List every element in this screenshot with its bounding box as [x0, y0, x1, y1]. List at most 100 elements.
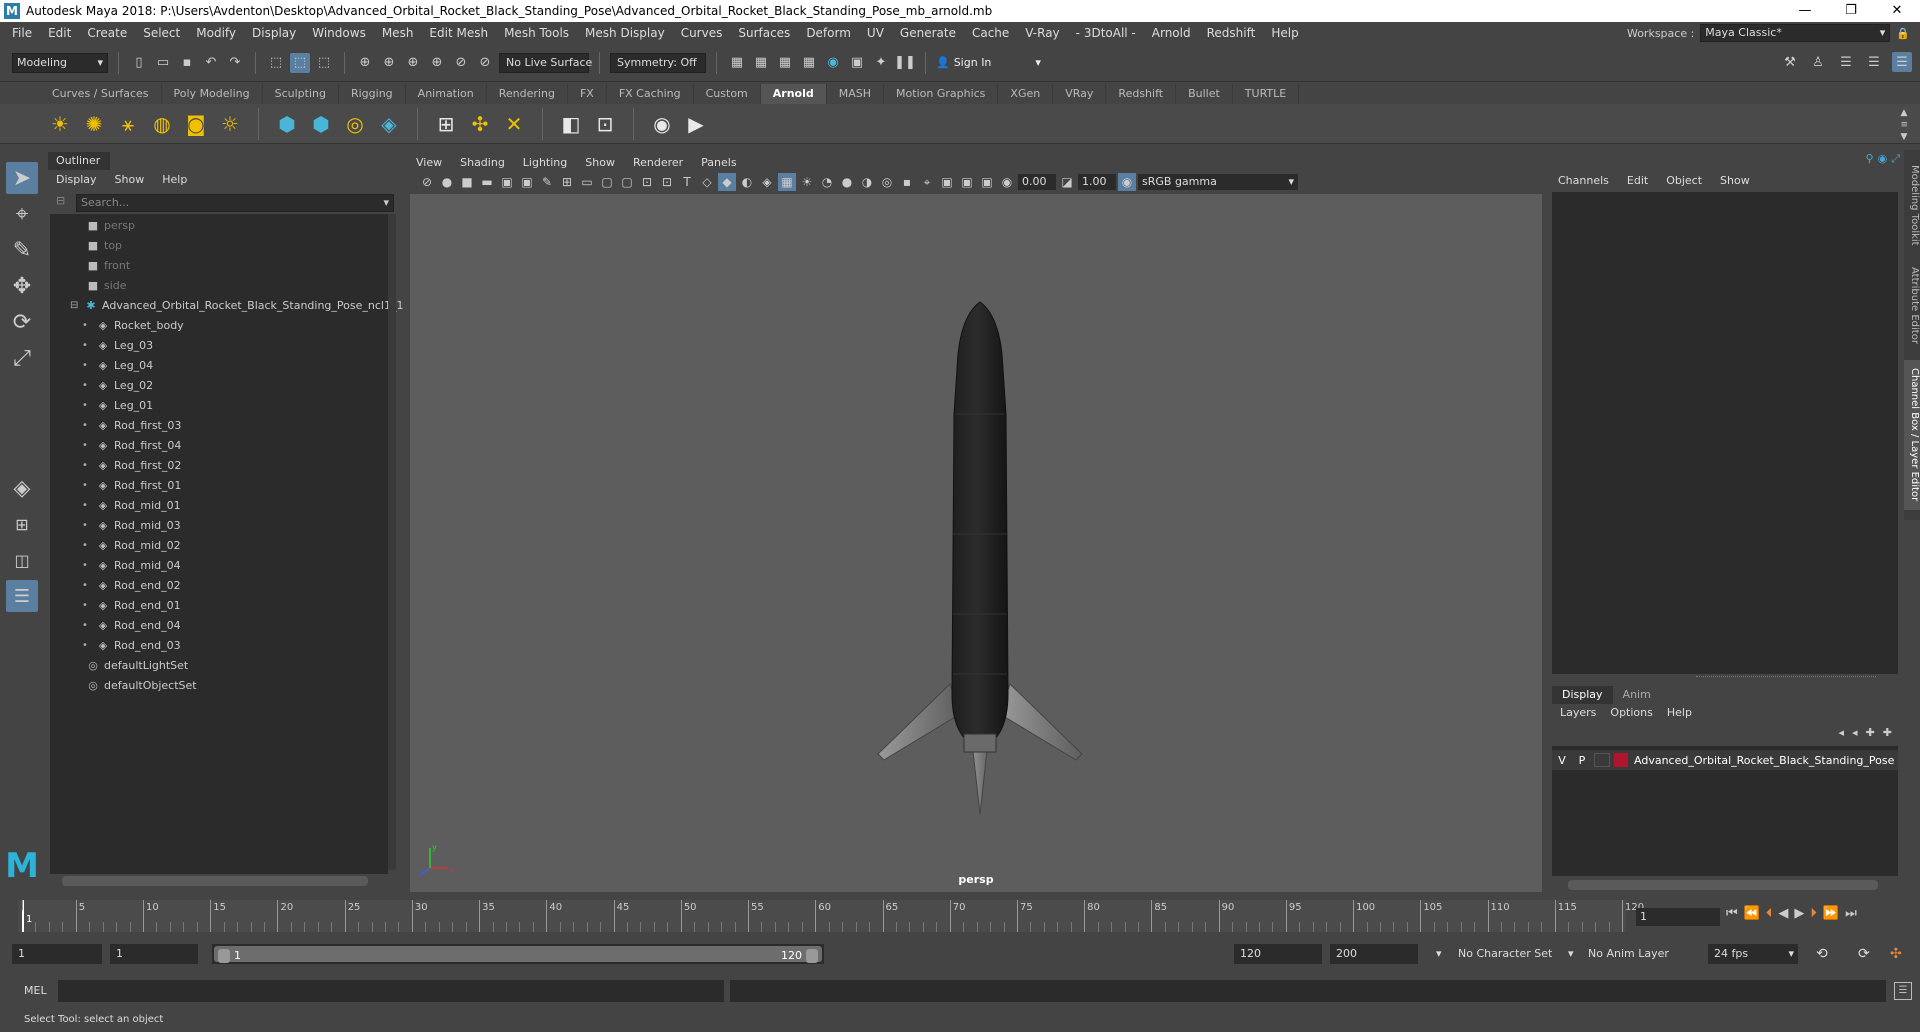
outliner-item-mesh[interactable]: • ◈ Rod_first_04 [82, 436, 181, 456]
menu-arnold[interactable]: Arnold [1144, 26, 1199, 40]
viewport-menu-view[interactable]: View [416, 156, 460, 169]
depth-of-field-icon[interactable]: ▪ [898, 173, 916, 191]
motion-blur-icon[interactable]: ◑ [858, 173, 876, 191]
isolate-select-icon[interactable]: ⌖ [918, 173, 936, 191]
shelf-tab-sculpting[interactable]: Sculpting [263, 84, 339, 104]
gate-mask-icon[interactable]: ▢ [618, 173, 636, 191]
outliner-item-side[interactable]: ■ side [86, 276, 127, 296]
channel-box-help-icon[interactable]: ◉ [1878, 152, 1888, 166]
mesh-light-icon[interactable]: ✺ [80, 110, 108, 138]
playback-end-field[interactable]: 120 [1234, 944, 1322, 964]
step-back-frame-icon[interactable]: ⏴ [1766, 906, 1773, 921]
shelf-tab-custom[interactable]: Custom [694, 84, 761, 104]
menu-mesh[interactable]: Mesh [374, 26, 422, 40]
shelf-scroll[interactable]: ▲ ≡ ▼ [1900, 108, 1908, 142]
rotate-tool-icon[interactable]: ⟳ [6, 306, 38, 338]
photometric-light-icon[interactable]: ⚹ [114, 110, 142, 138]
collapse-icon[interactable]: ⊟ [70, 296, 80, 316]
light-manager-icon[interactable]: ✕ [500, 110, 528, 138]
shadows-icon[interactable]: ◔ [818, 173, 836, 191]
shelf-tab-poly-modeling[interactable]: Poly Modeling [162, 84, 263, 104]
outliner-item-front[interactable]: ■ front [86, 256, 130, 276]
expand-dot-icon[interactable]: • [82, 396, 92, 416]
loop-icon[interactable]: ⟲ [1816, 944, 1828, 964]
outliner-item-mesh[interactable]: • ◈ Rod_first_01 [82, 476, 181, 496]
menu-deform[interactable]: Deform [798, 26, 859, 40]
minimize-button[interactable]: — [1782, 0, 1828, 22]
shelf-tab-rendering[interactable]: Rendering [487, 84, 568, 104]
layer-display-type-toggle[interactable] [1594, 753, 1610, 767]
snap-live-icon[interactable]: ⊘ [475, 53, 495, 73]
lock-camera-icon[interactable]: ● [438, 173, 456, 191]
sign-in-button[interactable]: 👤 Sign In ▾ [936, 56, 1041, 69]
play-forwards-icon[interactable]: ▶ [1794, 906, 1804, 921]
gamma-icon[interactable]: ◪ [1058, 173, 1076, 191]
channel-box-menu-object[interactable]: Object [1666, 174, 1720, 187]
safe-action-icon[interactable]: ⊡ [658, 173, 676, 191]
export-standin-icon[interactable]: ⬢ [307, 110, 335, 138]
channel-box-menu-channels[interactable]: Channels [1558, 174, 1627, 187]
outliner-item-mesh[interactable]: • ◈ Rod_mid_04 [82, 556, 181, 576]
layer-visibility-toggle[interactable]: V [1552, 754, 1572, 767]
shelf-tab-mash[interactable]: MASH [827, 84, 885, 104]
search-filter-icon[interactable]: ⊟ [56, 194, 65, 207]
menu-redshift[interactable]: Redshift [1199, 26, 1264, 40]
flush-caches-icon[interactable]: ✣ [466, 110, 494, 138]
lock-icon[interactable]: 🔒 [1896, 27, 1910, 40]
maximize-button[interactable]: ❐ [1828, 0, 1874, 22]
anti-aliasing-icon[interactable]: ◎ [878, 173, 896, 191]
layer-tab-anim[interactable]: Anim [1613, 686, 1661, 704]
range-start-handle[interactable] [218, 949, 230, 963]
side-tab-attribute-editor[interactable]: Attribute Editor [1904, 260, 1920, 350]
outliner-item-group[interactable]: ⊟ ✱ Advanced_Orbital_Rocket_Black_Standing… [70, 296, 403, 316]
texture-manager-icon[interactable]: ⊞ [432, 110, 460, 138]
viewport-menu-shading[interactable]: Shading [460, 156, 523, 169]
grease-pencil-icon[interactable]: ✎ [538, 173, 556, 191]
humanik-icon[interactable]: ♙ [1808, 52, 1828, 72]
time-slider-track[interactable]: 1 5 10 15 20 25 30 35 40 45 50 55 60 65 70 75 80 85 90 95 1… [18, 900, 1644, 932]
single-perspective-layout-icon[interactable]: ◈ [6, 472, 38, 504]
channel-box-menu-edit[interactable]: Edit [1627, 174, 1666, 187]
symmetry-dropdown[interactable]: Symmetry: Off [610, 52, 706, 73]
arnold-ipr-icon[interactable]: ✦ [871, 53, 891, 73]
display-layer-row[interactable]: V P Advanced_Orbital_Rocket_Black_Standi… [1552, 750, 1898, 770]
snap-curve-icon[interactable]: ⊕ [379, 53, 399, 73]
default-material-icon[interactable]: ◐ [738, 173, 756, 191]
outliner-item-mesh[interactable]: • ◈ Rod_end_02 [82, 576, 181, 596]
expand-dot-icon[interactable]: • [82, 476, 92, 496]
render-frame-icon[interactable]: ▦ [751, 53, 771, 73]
expand-dot-icon[interactable]: • [82, 576, 92, 596]
xray-joints-icon[interactable]: ▣ [978, 173, 996, 191]
area-light-icon[interactable]: ☀ [46, 110, 74, 138]
image-plane-icon[interactable]: ▣ [498, 173, 516, 191]
fps-dropdown[interactable]: 24 fps ▾ [1708, 944, 1798, 964]
play-backwards-icon[interactable]: ◀ [1778, 906, 1788, 921]
pause-icon[interactable]: ❚❚ [894, 53, 916, 73]
outliner-item-persp[interactable]: ■ persp [86, 216, 135, 236]
redo-icon[interactable]: ↷ [225, 53, 245, 73]
outliner-item-mesh[interactable]: • ◈ Rod_end_03 [82, 636, 181, 656]
ipr-render-icon[interactable]: ▦ [775, 53, 795, 73]
skydome-light-icon[interactable]: ◍ [148, 110, 176, 138]
menu-vray[interactable]: V-Ray [1017, 26, 1067, 40]
outliner-item-mesh[interactable]: • ◈ Rod_end_01 [82, 596, 181, 616]
go-to-end-icon[interactable]: ⏭ [1845, 906, 1857, 921]
expand-dot-icon[interactable]: • [82, 636, 92, 656]
step-back-key-icon[interactable]: ⏪ [1744, 906, 1760, 921]
paint-select-tool-icon[interactable]: ✎ [6, 234, 38, 266]
menu-display[interactable]: Display [244, 26, 304, 40]
wireframe-on-shaded-icon[interactable]: ◈ [758, 173, 776, 191]
outliner-search-input[interactable]: Search... ▾ [76, 194, 394, 212]
workspace-dropdown[interactable]: Maya Classic* ▾ [1700, 24, 1891, 42]
chevron-down-icon[interactable]: ▾ [1436, 944, 1442, 964]
bookmarks-icon[interactable]: ▬ [478, 173, 496, 191]
snap-grid-icon[interactable]: ⊕ [355, 53, 375, 73]
outliner-item-set[interactable]: ◎ defaultObjectSet [86, 676, 196, 696]
chevron-down-icon[interactable]: ▼ [1900, 132, 1908, 142]
move-layer-up-icon[interactable]: ◂ [1839, 726, 1845, 739]
viewport-menu-lighting[interactable]: Lighting [523, 156, 585, 169]
outliner-item-mesh[interactable]: • ◈ Rod_first_03 [82, 416, 181, 436]
step-forward-frame-icon[interactable]: ⏵ [1810, 906, 1817, 921]
menu-help[interactable]: Help [1263, 26, 1306, 40]
shelf-tab-bullet[interactable]: Bullet [1176, 84, 1233, 104]
